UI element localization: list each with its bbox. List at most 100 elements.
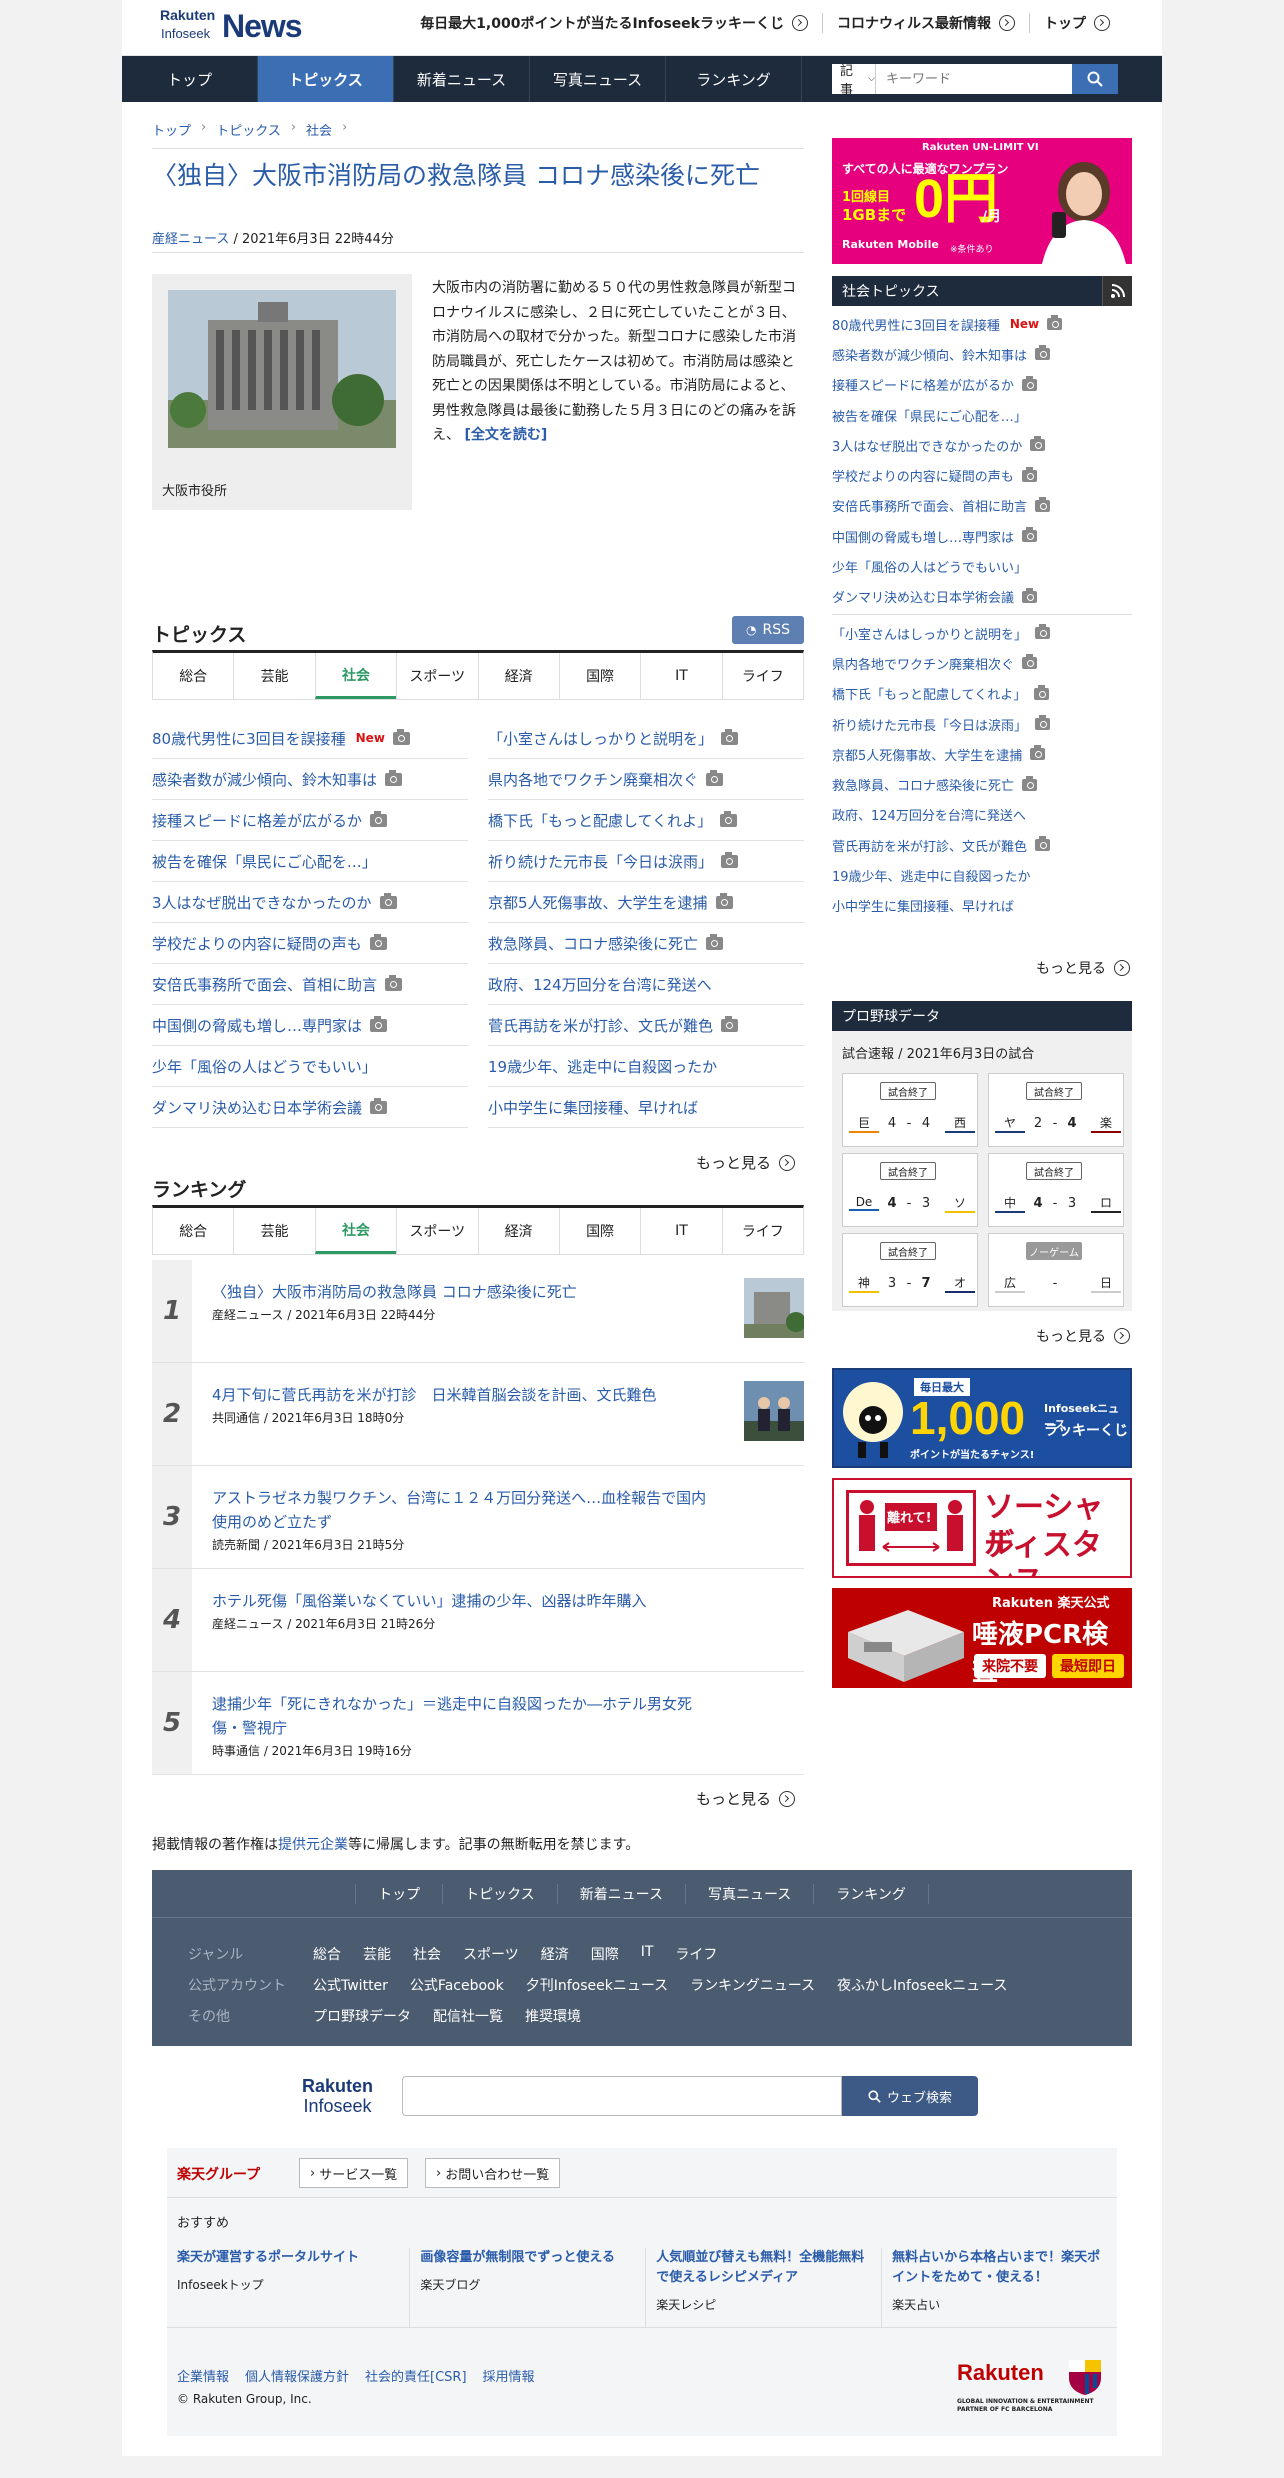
header-link-corona[interactable]: コロナウィルス最新情報 bbox=[822, 13, 1029, 33]
breadcrumb-top[interactable]: トップ bbox=[152, 120, 191, 139]
recommend-item[interactable]: 画像容量が無制限でずっと使える 楽天ブログ bbox=[409, 2248, 645, 2327]
tab-life[interactable]: ライフ bbox=[721, 1208, 803, 1254]
topic-item[interactable]: 県内各地でワクチン廃棄相次ぐ bbox=[832, 648, 1132, 678]
footer-link[interactable]: IT bbox=[641, 1944, 654, 1964]
topic-item[interactable]: 小中学生に集団接種、早ければ bbox=[488, 1087, 804, 1128]
topic-item[interactable]: 京都5人死傷事故、大学生を逮捕 bbox=[488, 882, 804, 923]
breadcrumb-topics[interactable]: トピックス bbox=[216, 120, 281, 139]
footer-link[interactable]: 夜ふかしInfoseekニュース bbox=[837, 1975, 1007, 1995]
search-category-select[interactable]: 記事 ⌵ bbox=[832, 64, 876, 98]
game-card[interactable]: 試合終了巨 4-4 西 bbox=[842, 1073, 978, 1147]
corporate-info-link[interactable]: 企業情報 bbox=[177, 2366, 229, 2385]
topic-item[interactable]: 被告を確保「県民にご心配を…」 bbox=[152, 841, 468, 882]
tab-economy[interactable]: 経済 bbox=[477, 653, 559, 699]
search-input[interactable] bbox=[876, 64, 1072, 94]
topic-item[interactable]: 80歳代男性に3回目を誤接種 New bbox=[152, 718, 468, 759]
tab-sports[interactable]: スポーツ bbox=[396, 653, 477, 699]
footer-nav-photo[interactable]: 写真ニュース bbox=[685, 1883, 813, 1904]
topic-item[interactable]: 救急隊員、コロナ感染後に死亡 bbox=[832, 769, 1132, 799]
ranking-title[interactable]: 〈独自〉大阪市消防局の救急隊員 コロナ感染後に死亡 bbox=[212, 1280, 712, 1304]
breadcrumb-society[interactable]: 社会 bbox=[306, 120, 332, 139]
footer-link[interactable]: 公式Facebook bbox=[410, 1975, 504, 1995]
pcr-test-ad[interactable]: Rakuten 楽天公式 唾液PCR検査 来院不要 最短即日 bbox=[832, 1588, 1132, 1688]
topic-item[interactable]: 少年「風俗の人はどうでもいい」 bbox=[832, 551, 1132, 581]
ranking-title[interactable]: 4月下旬に菅氏再訪を米が打診 日米韓首脳会談を計画、文氏難色 bbox=[212, 1383, 712, 1407]
social-distance-ad[interactable]: 離れて! ソーシャル ディスタンス bbox=[832, 1478, 1132, 1578]
web-search-button[interactable]: ウェブ検索 bbox=[842, 2076, 978, 2116]
footer-link[interactable]: スポーツ bbox=[463, 1944, 519, 1964]
topic-item[interactable]: 県内各地でワクチン廃棄相次ぐ bbox=[488, 759, 804, 800]
csr-link[interactable]: 社会的責任[CSR] bbox=[365, 2366, 467, 2385]
footer-link[interactable]: ランキングニュース bbox=[690, 1975, 815, 1995]
topic-item[interactable]: ダンマリ決め込む日本学術会議 bbox=[832, 582, 1132, 612]
rss-button[interactable]: ◔ RSS bbox=[732, 616, 804, 644]
tab-sports[interactable]: スポーツ bbox=[396, 1208, 477, 1254]
nav-topics[interactable]: トピックス bbox=[258, 56, 394, 102]
infoseek-logo[interactable]: Rakuten Infoseek bbox=[302, 2076, 373, 2116]
ranking-item[interactable]: 5 逮捕少年「死にきれなかった」＝逃走中に自殺図ったか―ホテル男女死傷・警視庁 時事… bbox=[152, 1672, 804, 1775]
article-image[interactable] bbox=[168, 290, 396, 448]
recommend-item[interactable]: 楽天が運営するポータルサイト Infoseekトップ bbox=[167, 2248, 409, 2327]
providers-link[interactable]: 提供元企業 bbox=[278, 1837, 348, 1853]
game-card[interactable]: 試合終了ヤ 2-4 楽 bbox=[988, 1073, 1124, 1147]
topic-item[interactable]: 「小室さんはしっかりと説明を」 bbox=[488, 718, 804, 759]
topic-item[interactable]: 接種スピードに格差が広がるか bbox=[152, 800, 468, 841]
footer-link[interactable]: 夕刊Infoseekニュース bbox=[526, 1975, 668, 1995]
nav-photo[interactable]: 写真ニュース bbox=[530, 56, 666, 102]
read-full-article-link[interactable]: [全文を読む] bbox=[464, 427, 547, 443]
ranking-item[interactable]: 3 アストラゼネカ製ワクチン、台湾に１２４万回分発送へ…血栓報告で国内使用のめど立… bbox=[152, 1466, 804, 1569]
topic-item[interactable]: 京都5人死傷事故、大学生を逮捕 bbox=[832, 739, 1132, 769]
tab-entertainment[interactable]: 芸能 bbox=[233, 653, 314, 699]
topic-item[interactable]: 菅氏再訪を米が打診、文氏が難色 bbox=[832, 830, 1132, 860]
game-card[interactable]: ノーゲーム広 - 日 bbox=[988, 1233, 1124, 1307]
ranking-item[interactable]: 1 〈独自〉大阪市消防局の救急隊員 コロナ感染後に死亡 産経ニュース / 2021年… bbox=[152, 1260, 804, 1363]
footer-nav-topics[interactable]: トピックス bbox=[442, 1883, 557, 1904]
topic-item[interactable]: 感染者数が減少傾向、鈴木知事は bbox=[832, 339, 1132, 369]
topic-item[interactable]: 救急隊員、コロナ感染後に死亡 bbox=[488, 923, 804, 964]
recruit-link[interactable]: 採用情報 bbox=[483, 2366, 535, 2385]
topic-item[interactable]: 橋下氏「もっと配慮してくれよ」 bbox=[488, 800, 804, 841]
tab-it[interactable]: IT bbox=[640, 1208, 721, 1254]
tab-it[interactable]: IT bbox=[640, 653, 721, 699]
recommend-item[interactable]: 人気順並び替えも無料！全機能無料で使えるレシピメディア 楽天レシピ bbox=[645, 2248, 881, 2327]
ranking-item[interactable]: 4 ホテル死傷「風俗業いなくていい」逮捕の少年、凶器は昨年購入 産経ニュース / 2… bbox=[152, 1569, 804, 1672]
footer-link[interactable]: 社会 bbox=[413, 1944, 441, 1964]
topic-item[interactable]: 少年「風俗の人はどうでもいい」 bbox=[152, 1046, 468, 1087]
ranking-title[interactable]: アストラゼネカ製ワクチン、台湾に１２４万回分発送へ…血栓報告で国内使用のめど立た… bbox=[212, 1486, 712, 1534]
footer-link[interactable]: 配信社一覧 bbox=[433, 2006, 503, 2026]
topic-item[interactable]: 被告を確保「県民にご心配を…」 bbox=[832, 400, 1132, 430]
topic-item[interactable]: 政府、124万回分を台湾に発送へ bbox=[832, 800, 1132, 830]
ranking-thumbnail[interactable] bbox=[744, 1278, 804, 1338]
topic-item[interactable]: 3人はなぜ脱出できなかったのか bbox=[832, 430, 1132, 460]
ranking-title[interactable]: 逮捕少年「死にきれなかった」＝逃走中に自殺図ったか―ホテル男女死傷・警視庁 bbox=[212, 1692, 712, 1740]
footer-link[interactable]: 推奨環境 bbox=[525, 2006, 581, 2026]
sidebar-topics-more-link[interactable]: もっと見る bbox=[1036, 958, 1130, 978]
footer-link[interactable]: プロ野球データ bbox=[313, 2006, 411, 2026]
tab-international[interactable]: 国際 bbox=[558, 1208, 640, 1254]
topic-item[interactable]: ダンマリ決め込む日本学術会議 bbox=[152, 1087, 468, 1128]
lucky-kuji-ad[interactable]: 毎日最大 1,000 ポイントが当たるチャンス! Infoseekニュース ラッ… bbox=[832, 1368, 1132, 1468]
topic-item[interactable]: 接種スピードに格差が広がるか bbox=[832, 370, 1132, 400]
header-link-top[interactable]: トップ bbox=[1029, 13, 1124, 33]
tab-society[interactable]: 社会 bbox=[314, 1208, 397, 1254]
site-logo[interactable]: Rakuten Infoseek News bbox=[160, 6, 303, 48]
ranking-more-link[interactable]: もっと見る bbox=[696, 1788, 796, 1809]
baseball-more-link[interactable]: もっと見る bbox=[1036, 1326, 1130, 1346]
tab-life[interactable]: ライフ bbox=[721, 653, 803, 699]
topic-item[interactable]: 菅氏再訪を米が打診、文氏が難色 bbox=[488, 1005, 804, 1046]
topic-item[interactable]: 小中学生に集団接種、早ければ bbox=[832, 891, 1132, 921]
topic-item[interactable]: 安倍氏事務所で面会、首相に助言 bbox=[152, 964, 468, 1005]
header-link-lucky[interactable]: 毎日最大1,000ポイントが当たるInfoseekラッキーくじ bbox=[406, 13, 822, 33]
tab-international[interactable]: 国際 bbox=[558, 653, 640, 699]
rakuten-mobile-ad[interactable]: Rakuten UN-LIMIT VI すべての人に最適なワンプラン 1回線目 … bbox=[832, 138, 1132, 264]
ranking-title[interactable]: ホテル死傷「風俗業いなくていい」逮捕の少年、凶器は昨年購入 bbox=[212, 1589, 712, 1613]
footer-nav-top[interactable]: トップ bbox=[355, 1883, 442, 1904]
nav-latest[interactable]: 新着ニュース bbox=[394, 56, 530, 102]
ranking-thumbnail[interactable] bbox=[744, 1381, 804, 1441]
topic-item[interactable]: 19歳少年、逃走中に自殺図ったか bbox=[832, 860, 1132, 890]
topic-item[interactable]: 80歳代男性に3回目を誤接種 New bbox=[832, 309, 1132, 339]
recommend-item[interactable]: 無料占いから本格占いまで！楽天ポイントをためて・使える！ 楽天占い bbox=[881, 2248, 1117, 2327]
topic-item[interactable]: 中国側の脅威も増し…専門家は bbox=[152, 1005, 468, 1046]
web-search-input[interactable] bbox=[402, 2076, 842, 2116]
services-list-button[interactable]: › サービス一覧 bbox=[299, 2158, 409, 2188]
